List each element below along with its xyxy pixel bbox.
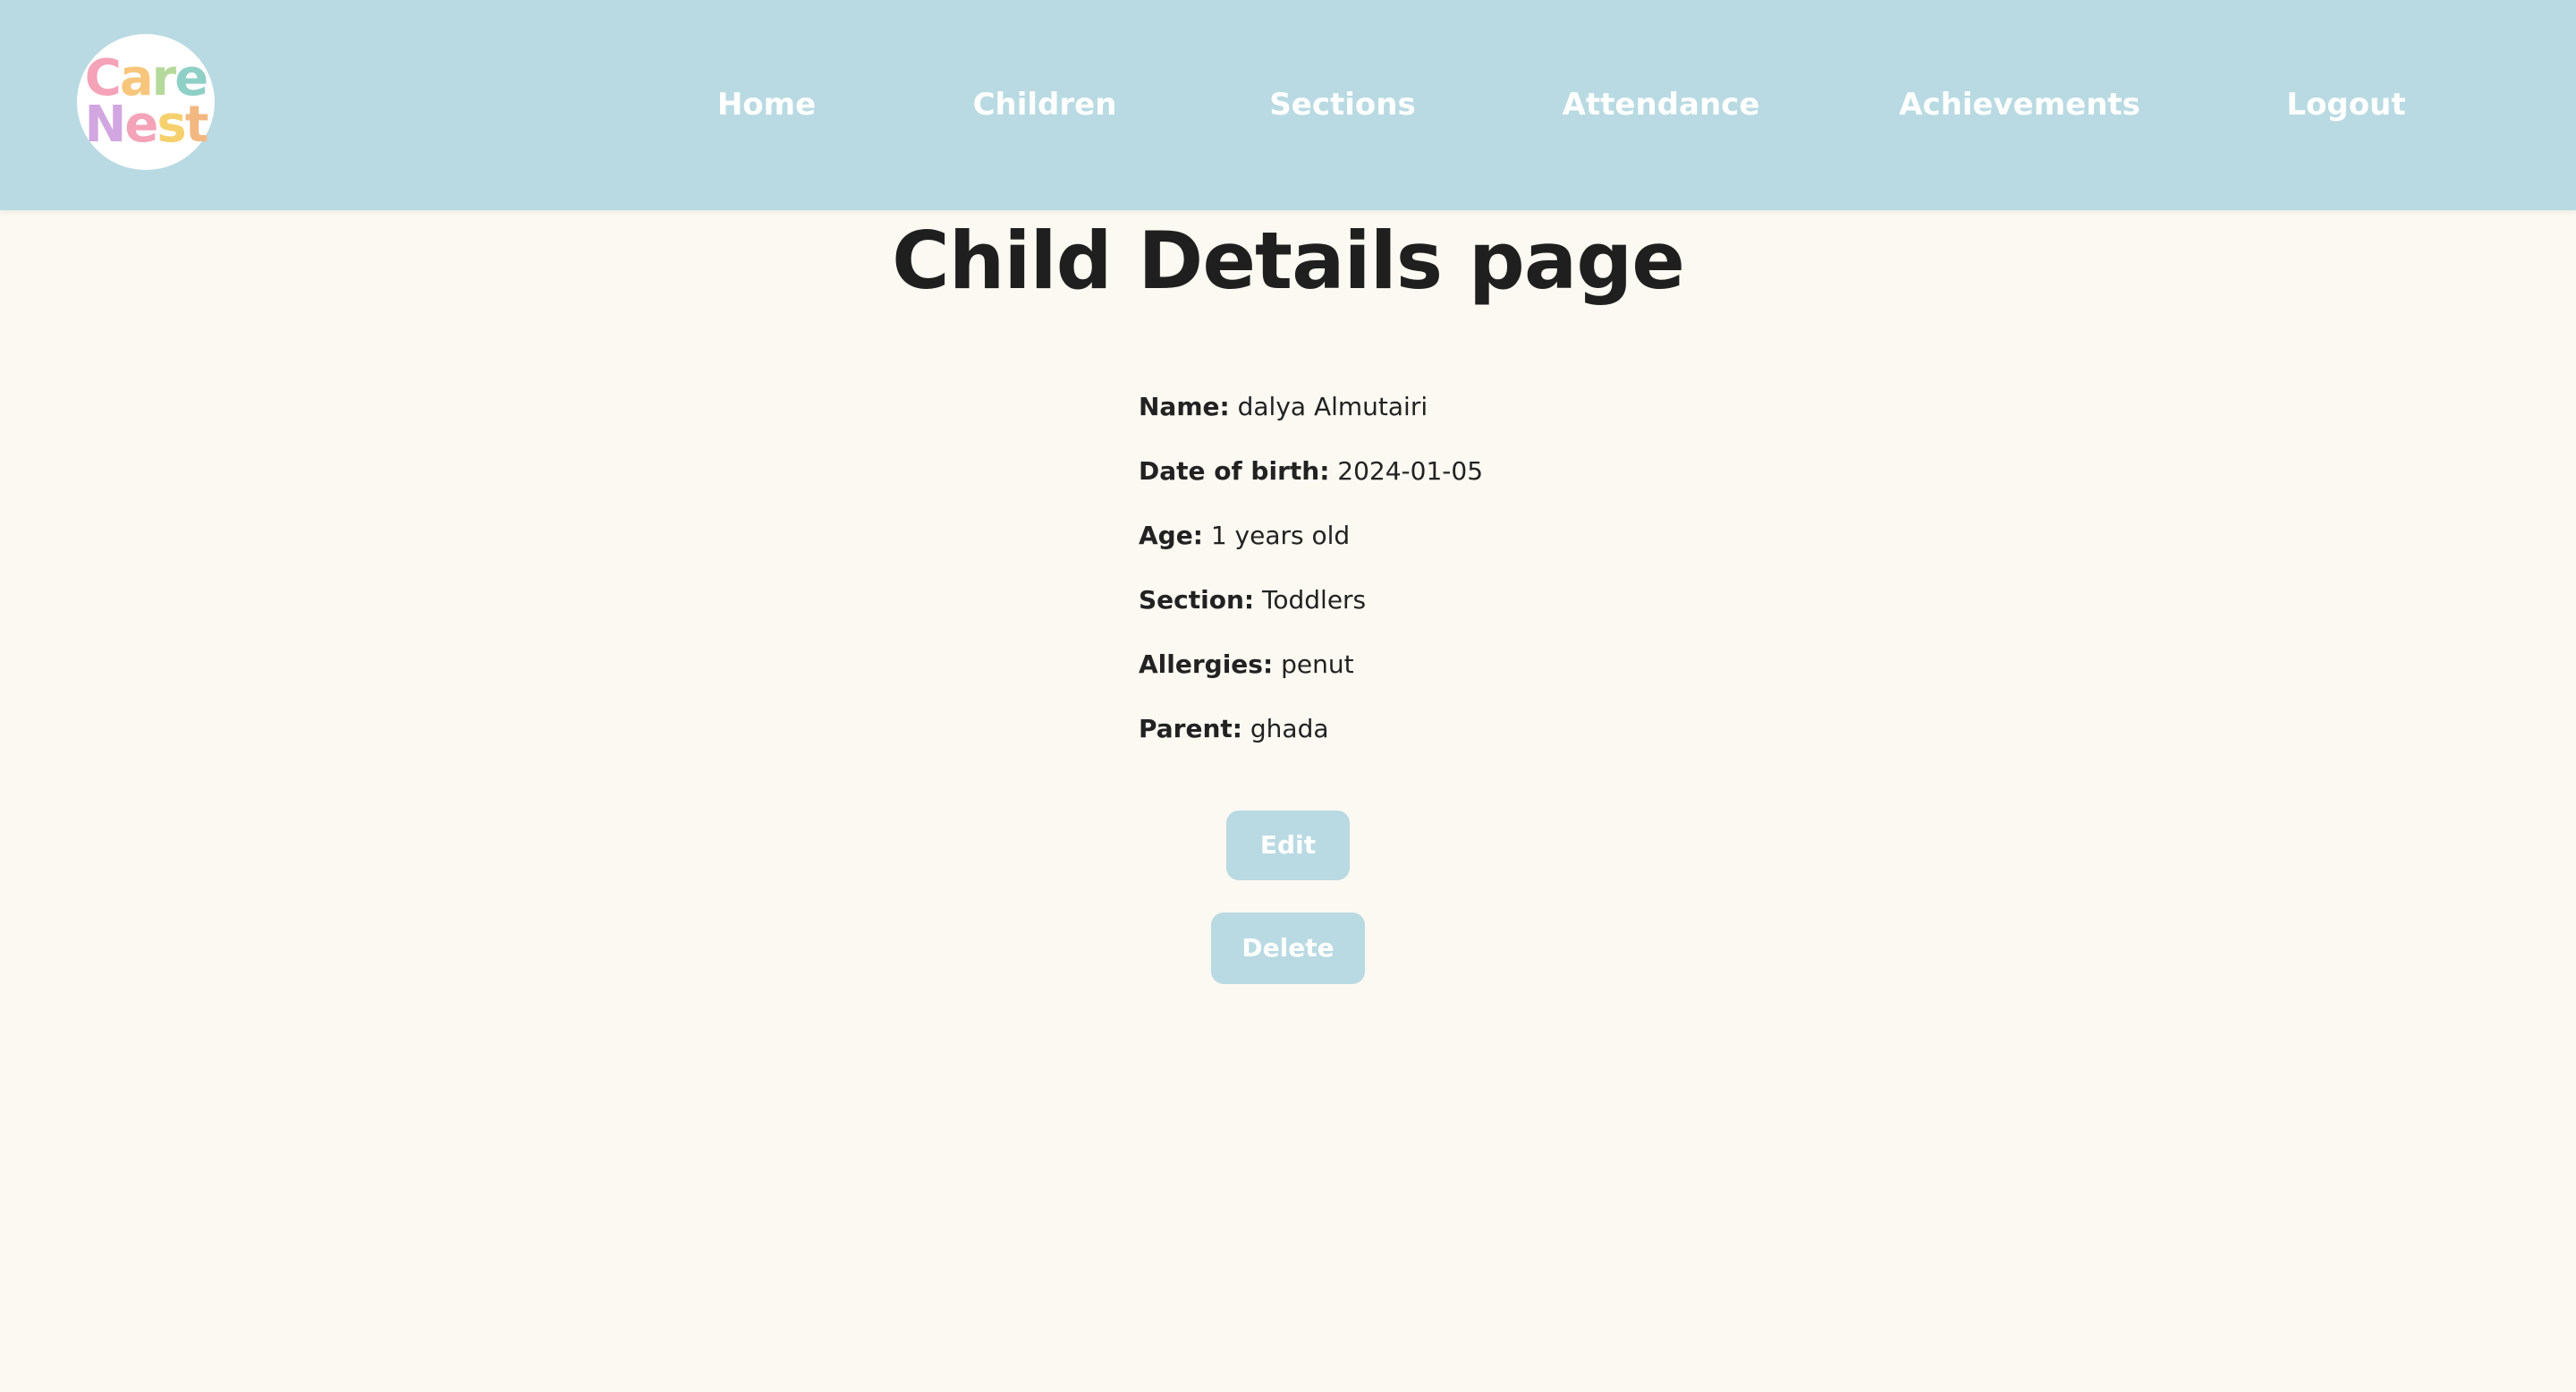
detail-row-age: Age: 1 years old	[1139, 521, 1483, 585]
section-label: Section:	[1139, 585, 1255, 615]
allergies-value: penut	[1281, 649, 1354, 679]
nav-home-link[interactable]: Home	[717, 82, 816, 127]
detail-row-dob: Date of birth: 2024-01-05	[1139, 456, 1483, 521]
nav-logout-link[interactable]: Logout	[2286, 82, 2405, 127]
nav-achievements-link[interactable]: Achievements	[1899, 82, 2140, 127]
nav-attendance-link[interactable]: Attendance	[1563, 82, 1760, 127]
logo-letter: e	[124, 96, 158, 154]
logo-line-nest: N e s t	[84, 96, 209, 154]
dob-label: Date of birth:	[1139, 456, 1330, 486]
nav-sections-link[interactable]: Sections	[1269, 82, 1415, 127]
detail-row-allergies: Allergies: penut	[1139, 649, 1483, 714]
logo-letter: t	[184, 96, 209, 154]
parent-value: ghada	[1250, 714, 1329, 743]
name-value: dalya Almutairi	[1237, 392, 1428, 421]
name-label: Name:	[1139, 392, 1230, 421]
dob-value: 2024-01-05	[1337, 456, 1484, 486]
parent-label: Parent:	[1139, 714, 1242, 743]
age-value: 1 years old	[1210, 521, 1351, 550]
navbar: C a r e N e s t Home Children Sections A…	[0, 0, 2576, 210]
delete-button[interactable]: Delete	[1211, 912, 1365, 984]
allergies-label: Allergies:	[1139, 649, 1274, 679]
logo-letter: s	[157, 96, 186, 154]
logo-letter: N	[84, 96, 127, 154]
edit-button[interactable]: Edit	[1226, 811, 1350, 880]
section-value: Toddlers	[1262, 585, 1367, 615]
page-title: Child Details page	[892, 215, 1685, 307]
detail-row-parent: Parent: ghada	[1139, 714, 1483, 778]
carenest-logo[interactable]: C a r e N e s t	[77, 34, 215, 170]
detail-row-section: Section: Toddlers	[1139, 585, 1483, 649]
detail-row-name: Name: dalya Almutairi	[1139, 392, 1483, 456]
age-label: Age:	[1139, 521, 1203, 550]
nav-children-link[interactable]: Children	[973, 82, 1117, 127]
child-details: Name: dalya Almutairi Date of birth: 202…	[1139, 392, 1483, 778]
